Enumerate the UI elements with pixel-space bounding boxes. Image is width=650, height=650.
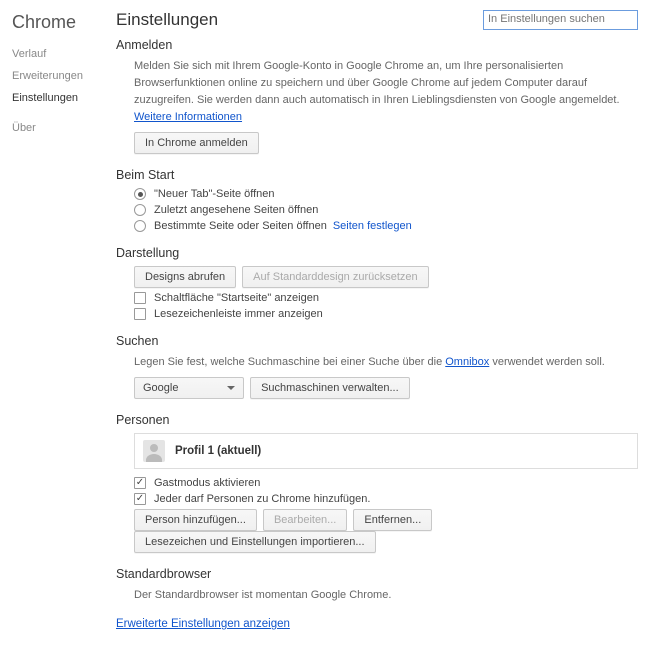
search-engine-value: Google [143,382,178,394]
chk-add-person-row[interactable]: ✓ Jeder darf Personen zu Chrome hinzufüg… [134,493,638,505]
standardbrowser-desc: Der Standardbrowser ist momentan Google … [134,587,638,604]
suchen-heading: Suchen [116,334,638,348]
checkbox-icon: ✓ [134,493,146,505]
radio-icon [134,204,146,216]
radio-icon [134,188,146,200]
reset-theme-button[interactable]: Auf Standarddesign zurücksetzen [242,266,429,288]
page-title: Einstellungen [116,10,218,30]
chk-guest-label: Gastmodus aktivieren [154,477,260,489]
section-start: Beim Start "Neuer Tab"-Seite öffnen Zule… [116,168,638,232]
sidebar: Chrome Verlauf Erweiterungen Einstellung… [0,0,110,650]
chk-home-button-label: Schaltfläche "Startseite" anzeigen [154,292,319,304]
search-engine-select[interactable]: Google [134,377,244,399]
sign-in-button[interactable]: In Chrome anmelden [134,132,259,154]
anmelden-more-link[interactable]: Weitere Informationen [134,111,242,123]
start-set-pages-link[interactable]: Seiten festlegen [333,220,412,232]
import-bookmarks-button[interactable]: Lesezeichen und Einstellungen importiere… [134,531,376,553]
checkbox-icon [134,308,146,320]
chk-guest-row[interactable]: ✓ Gastmodus aktivieren [134,477,638,489]
nav-einstellungen[interactable]: Einstellungen [12,87,110,109]
chk-bookmarks-bar-row[interactable]: Lesezeichenleiste immer anzeigen [134,308,638,320]
chevron-down-icon [227,386,235,390]
standardbrowser-heading: Standardbrowser [116,567,638,581]
brand: Chrome [12,12,110,33]
search-input[interactable] [488,13,633,25]
advanced-settings-link[interactable]: Erweiterte Einstellungen anzeigen [116,618,290,630]
start-opt1-row[interactable]: "Neuer Tab"-Seite öffnen [134,188,638,200]
darstellung-heading: Darstellung [116,246,638,260]
start-opt2-label: Zuletzt angesehene Seiten öffnen [154,204,318,216]
section-darstellung: Darstellung Designs abrufen Auf Standard… [116,246,638,320]
personen-heading: Personen [116,413,638,427]
main-content: Einstellungen Anmelden Melden Sie sich m… [110,0,650,650]
checkbox-icon: ✓ [134,477,146,489]
profile-name: Profil 1 (aktuell) [175,445,261,457]
start-opt3-label: Bestimmte Seite oder Seiten öffnen [154,220,327,232]
start-opt3-row[interactable]: Bestimmte Seite oder Seiten öffnen Seite… [134,220,638,232]
manage-search-engines-button[interactable]: Suchmaschinen verwalten... [250,377,410,399]
start-opt1-label: "Neuer Tab"-Seite öffnen [154,188,275,200]
checkbox-icon [134,292,146,304]
section-personen: Personen Profil 1 (aktuell) ✓ Gastmodus … [116,413,638,553]
chk-home-button-row[interactable]: Schaltfläche "Startseite" anzeigen [134,292,638,304]
search-box[interactable] [483,10,638,30]
anmelden-desc: Melden Sie sich mit Ihrem Google-Konto i… [134,60,620,106]
start-opt2-row[interactable]: Zuletzt angesehene Seiten öffnen [134,204,638,216]
omnibox-link[interactable]: Omnibox [445,356,489,368]
add-person-button[interactable]: Person hinzufügen... [134,509,257,531]
chk-bookmarks-bar-label: Lesezeichenleiste immer anzeigen [154,308,323,320]
nav-uber[interactable]: Über [12,117,110,139]
suchen-desc2: verwendet werden soll. [489,356,605,368]
anmelden-heading: Anmelden [116,38,638,52]
suchen-desc1: Legen Sie fest, welche Suchmaschine bei … [134,356,445,368]
avatar-icon [143,440,165,462]
section-standardbrowser: Standardbrowser Der Standardbrowser ist … [116,567,638,604]
get-themes-button[interactable]: Designs abrufen [134,266,236,288]
nav-erweiterungen[interactable]: Erweiterungen [12,65,110,87]
section-anmelden: Anmelden Melden Sie sich mit Ihrem Googl… [116,38,638,154]
radio-icon [134,220,146,232]
remove-person-button[interactable]: Entfernen... [353,509,432,531]
edit-person-button[interactable]: Bearbeiten... [263,509,347,531]
chk-add-person-label: Jeder darf Personen zu Chrome hinzufügen… [154,493,370,505]
nav-verlauf[interactable]: Verlauf [12,43,110,65]
section-suchen: Suchen Legen Sie fest, welche Suchmaschi… [116,334,638,399]
start-heading: Beim Start [116,168,638,182]
profile-box[interactable]: Profil 1 (aktuell) [134,433,638,469]
